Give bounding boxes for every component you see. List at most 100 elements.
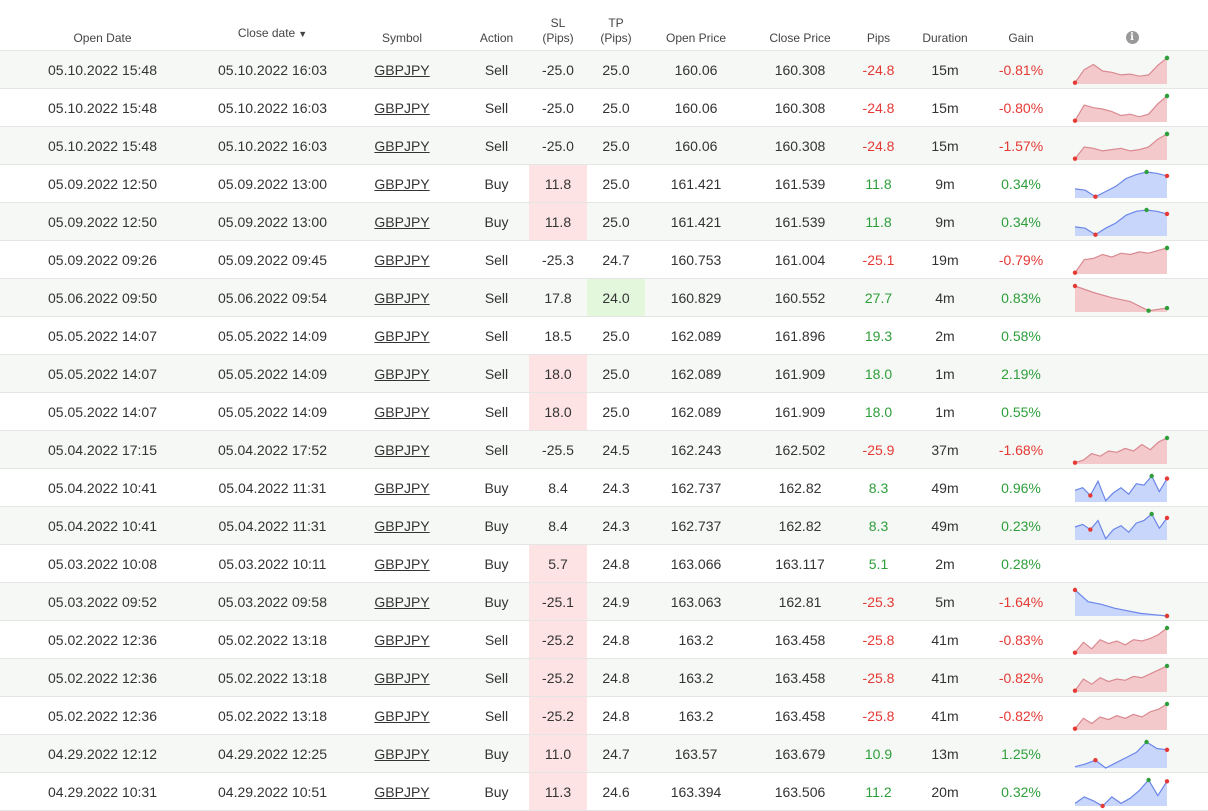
sparkline-end-point	[1164, 305, 1170, 310]
sl-cell: -25.2	[529, 696, 587, 735]
buy-sparkline	[1072, 587, 1170, 618]
duration-cell: 49m	[904, 468, 986, 507]
tp-cell: 25.0	[587, 392, 645, 431]
sparkline-end-point	[1164, 515, 1170, 520]
table-row[interactable]: 05.02.2022 12:36 05.02.2022 13:18 GBPJPY Se…	[0, 620, 1208, 659]
table-row[interactable]: 04.29.2022 10:31 04.29.2022 10:51 GBPJPY Bu…	[0, 772, 1208, 811]
col-duration[interactable]: Duration	[904, 0, 986, 51]
table-row[interactable]: 05.05.2022 14:07 05.05.2022 14:09 GBPJPY Se…	[0, 354, 1208, 393]
pips-cell: 11.2	[853, 772, 904, 811]
symbol-link[interactable]: GBPJPY	[374, 214, 429, 230]
symbol-link[interactable]: GBPJPY	[374, 176, 429, 192]
symbol-link[interactable]: GBPJPY	[374, 746, 429, 762]
gain-cell: -0.83%	[986, 620, 1056, 659]
sparkline-cell	[1056, 430, 1208, 469]
tp-cell: 24.8	[587, 696, 645, 735]
symbol-link[interactable]: GBPJPY	[374, 708, 429, 724]
open-date-cell: 05.10.2022 15:48	[0, 126, 205, 165]
col-action[interactable]: Action	[464, 0, 529, 51]
open-date-cell: 05.02.2022 12:36	[0, 658, 205, 697]
sparkline-min-point	[1072, 156, 1078, 161]
sparkline-max-point	[1146, 308, 1151, 313]
table-row[interactable]: 05.09.2022 12:50 05.09.2022 13:00 GBPJPY Bu…	[0, 202, 1208, 241]
open-price-cell: 162.243	[645, 430, 747, 469]
symbol-link[interactable]: GBPJPY	[374, 62, 429, 78]
symbol-link: GBPJPY	[340, 582, 464, 621]
sparkline-end-point	[1164, 435, 1170, 440]
table-row[interactable]: 05.10.2022 15:48 05.10.2022 16:03 GBPJPY Se…	[0, 50, 1208, 89]
col-gain[interactable]: Gain	[986, 0, 1056, 51]
open-price-cell: 163.2	[645, 658, 747, 697]
open-price-cell: 160.829	[645, 278, 747, 317]
symbol-link[interactable]: GBPJPY	[374, 556, 429, 572]
symbol-link[interactable]: GBPJPY	[374, 404, 429, 420]
open-date-cell: 05.03.2022 10:08	[0, 544, 205, 583]
close-date-cell: 05.10.2022 16:03	[205, 50, 340, 89]
table-row[interactable]: 05.02.2022 12:36 05.02.2022 13:18 GBPJPY Se…	[0, 658, 1208, 697]
symbol-link[interactable]: GBPJPY	[374, 784, 429, 800]
symbol-link: GBPJPY	[340, 354, 464, 393]
symbol-link[interactable]: GBPJPY	[374, 328, 429, 344]
open-date-cell: 05.04.2022 17:15	[0, 430, 205, 469]
symbol-link[interactable]: GBPJPY	[374, 138, 429, 154]
table-row[interactable]: 05.04.2022 10:41 05.04.2022 11:31 GBPJPY Bu…	[0, 506, 1208, 545]
table-row[interactable]: 04.29.2022 12:12 04.29.2022 12:25 GBPJPY Bu…	[0, 734, 1208, 773]
sl-cell: -25.1	[529, 582, 587, 621]
gain-cell: 0.32%	[986, 772, 1056, 811]
info-icon[interactable]: i	[1125, 31, 1139, 44]
duration-cell: 1m	[904, 392, 986, 431]
close-price-cell: 161.909	[747, 354, 853, 393]
symbol-link[interactable]: GBPJPY	[374, 670, 429, 686]
table-row[interactable]: 05.03.2022 10:08 05.03.2022 10:11 GBPJPY Bu…	[0, 544, 1208, 583]
table-row[interactable]: 05.09.2022 09:26 05.09.2022 09:45 GBPJPY Se…	[0, 240, 1208, 279]
sparkline-cell	[1056, 88, 1208, 127]
open-price-cell: 162.737	[645, 468, 747, 507]
sparkline-end-point	[1164, 211, 1170, 216]
sl-cell: 11.0	[529, 734, 587, 773]
close-price-cell: 162.81	[747, 582, 853, 621]
symbol-link[interactable]: GBPJPY	[374, 366, 429, 382]
col-pips[interactable]: Pips	[853, 0, 904, 51]
open-price-cell: 163.2	[645, 696, 747, 735]
col-tp[interactable]: TP (Pips)	[587, 0, 645, 51]
table-row[interactable]: 05.09.2022 12:50 05.09.2022 13:00 GBPJPY Bu…	[0, 164, 1208, 203]
sparkline-end-point	[1164, 625, 1170, 630]
close-date-cell: 05.02.2022 13:18	[205, 620, 340, 659]
table-row[interactable]: 05.10.2022 15:48 05.10.2022 16:03 GBPJPY Se…	[0, 126, 1208, 165]
symbol-link[interactable]: GBPJPY	[374, 632, 429, 648]
symbol-link: GBPJPY	[340, 658, 464, 697]
action-cell: Sell	[464, 696, 529, 735]
symbol-link[interactable]: GBPJPY	[374, 480, 429, 496]
table-row[interactable]: 05.05.2022 14:07 05.05.2022 14:09 GBPJPY Se…	[0, 392, 1208, 431]
pips-cell: -24.8	[853, 126, 904, 165]
col-symbol[interactable]: Symbol	[340, 0, 464, 51]
table-row[interactable]: 05.04.2022 17:15 05.04.2022 17:52 GBPJPY Se…	[0, 430, 1208, 469]
col-close-price[interactable]: Close Price	[747, 0, 853, 51]
sparkline-min-point	[1093, 757, 1098, 762]
col-close-date[interactable]: Close date ▼	[205, 0, 340, 51]
duration-cell: 4m	[904, 278, 986, 317]
table-row[interactable]: 05.03.2022 09:52 05.03.2022 09:58 GBPJPY Bu…	[0, 582, 1208, 621]
table-row[interactable]: 05.05.2022 14:07 05.05.2022 14:09 GBPJPY Se…	[0, 316, 1208, 355]
sparkline-min-point	[1093, 232, 1098, 237]
symbol-link[interactable]: GBPJPY	[374, 290, 429, 306]
action-cell: Buy	[464, 772, 529, 811]
symbol-link[interactable]: GBPJPY	[374, 442, 429, 458]
table-row[interactable]: 05.02.2022 12:36 05.02.2022 13:18 GBPJPY Se…	[0, 696, 1208, 735]
col-open-date[interactable]: Open Date	[0, 0, 205, 51]
sl-cell: 18.0	[529, 354, 587, 393]
tp-cell: 24.6	[587, 772, 645, 811]
table-row[interactable]: 05.04.2022 10:41 05.04.2022 11:31 GBPJPY Bu…	[0, 468, 1208, 507]
symbol-link[interactable]: GBPJPY	[374, 518, 429, 534]
symbol-link[interactable]: GBPJPY	[374, 100, 429, 116]
tp-cell: 25.0	[587, 88, 645, 127]
sparkline-area	[1075, 171, 1167, 198]
symbol-link[interactable]: GBPJPY	[374, 594, 429, 610]
col-open-price[interactable]: Open Price	[645, 0, 747, 51]
symbol-link[interactable]: GBPJPY	[374, 252, 429, 268]
table-row[interactable]: 05.10.2022 15:48 05.10.2022 16:03 GBPJPY Se…	[0, 88, 1208, 127]
sparkline-cell	[1056, 50, 1208, 89]
table-row[interactable]: 05.06.2022 09:50 05.06.2022 09:54 GBPJPY Se…	[0, 278, 1208, 317]
open-date-cell: 05.02.2022 12:36	[0, 696, 205, 735]
col-sl[interactable]: SL (Pips)	[529, 0, 587, 51]
